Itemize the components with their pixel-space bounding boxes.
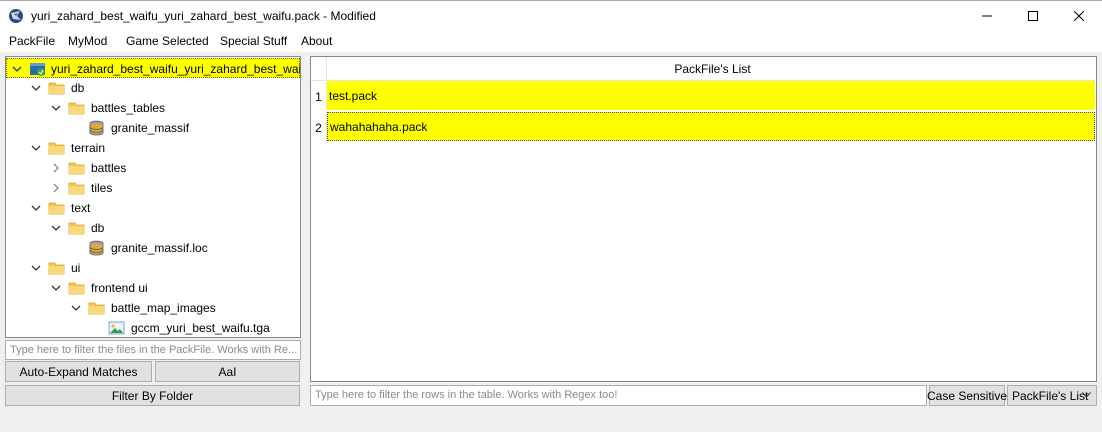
tree-item-tiles[interactable]: tiles [6, 178, 300, 198]
tree-item-label: granite_massif [111, 121, 190, 135]
chevron-down-icon[interactable] [11, 63, 23, 75]
maximize-button[interactable] [1010, 1, 1056, 31]
folder-icon [48, 202, 65, 215]
database-icon [89, 120, 104, 136]
table-filter-input[interactable]: Type here to filter the rows in the tabl… [310, 385, 927, 406]
folder-icon [48, 82, 65, 95]
tree-item-terrain[interactable]: terrain [6, 138, 300, 158]
minimize-button[interactable] [964, 1, 1010, 31]
chevron-right-icon[interactable] [50, 162, 62, 174]
minimize-icon [982, 15, 992, 17]
menu-special-stuff[interactable]: Special Stuff [220, 34, 287, 48]
filter-by-folder-button[interactable]: Filter By Folder [5, 385, 300, 406]
chevron-down-icon[interactable] [70, 302, 82, 314]
title-bar: yuri_zahard_best_waifu_yuri_zahard_best_… [0, 0, 1102, 31]
tree-item-granite-massif[interactable]: granite_massif [6, 118, 300, 138]
maximize-icon [1028, 11, 1038, 21]
window-title: yuri_zahard_best_waifu_yuri_zahard_best_… [31, 9, 376, 23]
folder-icon [68, 222, 85, 235]
tree-item-label: frontend ui [91, 281, 148, 295]
folder-icon [88, 302, 105, 315]
tree-item-granite-massif-loc[interactable]: granite_massif.loc [6, 238, 300, 258]
database-icon [89, 240, 104, 256]
auto-expand-button[interactable]: Auto-Expand Matches [5, 361, 152, 382]
packfile-list-table[interactable]: PackFile's List 1 test.pack 2 wahahahaha… [310, 56, 1097, 382]
packfile-icon [30, 63, 45, 76]
folder-icon [48, 142, 65, 155]
tree-item-label: granite_massif.loc [111, 241, 208, 255]
tree-item-gccm-tga[interactable]: gccm_yuri_best_waifu.tga [6, 318, 300, 337]
menu-mymod[interactable]: MyMod [68, 34, 107, 48]
folder-icon [68, 282, 85, 295]
app-icon [9, 9, 23, 23]
column-header[interactable]: PackFile's List [327, 57, 1096, 81]
menu-about[interactable]: About [301, 34, 332, 48]
menu-bar: PackFile MyMod Game Selected Special Stu… [0, 31, 1102, 53]
chevron-down-icon[interactable] [50, 222, 62, 234]
chevron-down-icon [1082, 392, 1091, 398]
tree-item-label: battle_map_images [111, 301, 216, 315]
chevron-down-icon[interactable] [30, 142, 42, 154]
tree-filter-input[interactable]: Type here to filter the files in the Pac… [5, 340, 301, 360]
folder-icon [48, 262, 65, 275]
packfile-tree[interactable]: yuri_zahard_best_waifu_yuri_zahard_best_… [5, 56, 301, 338]
chevron-down-icon[interactable] [50, 102, 62, 114]
close-icon [1074, 11, 1084, 21]
tree-item-frontend-ui[interactable]: frontend ui [6, 278, 300, 298]
tree-item-text-db[interactable]: db [6, 218, 300, 238]
chevron-down-icon[interactable] [30, 262, 42, 274]
row-header[interactable]: 2 [311, 112, 327, 143]
tree-item-label: battles_tables [91, 101, 166, 115]
tree-item-battles[interactable]: battles [6, 158, 300, 178]
tree-item-label: terrain [71, 141, 106, 155]
tree-item-label: ui [71, 261, 81, 275]
chevron-down-icon[interactable] [50, 282, 62, 294]
tree-item-battles-tables[interactable]: battles_tables [6, 98, 300, 118]
menu-packfile[interactable]: PackFile [9, 34, 55, 48]
folder-icon [68, 162, 85, 175]
menu-game-selected[interactable]: Game Selected [126, 34, 209, 48]
tree-item-ui[interactable]: ui [6, 258, 300, 278]
tree-item-label: db [71, 81, 85, 95]
tree-item-label: tiles [91, 181, 113, 195]
tree-item-label: battles [91, 161, 127, 175]
tree-item-battle-map-images[interactable]: battle_map_images [6, 298, 300, 318]
tree-item-label: yuri_zahard_best_waifu_yuri_zahard_best_… [51, 62, 301, 76]
tree-item-db[interactable]: db [6, 78, 300, 98]
tree-item-label: gccm_yuri_best_waifu.tga [131, 321, 270, 335]
case-sensitive-button[interactable]: Case Sensitive [927, 385, 1007, 406]
image-icon [108, 321, 125, 335]
row-header[interactable]: 1 [311, 81, 327, 112]
chevron-down-icon[interactable] [30, 202, 42, 214]
folder-icon [68, 102, 85, 115]
case-sensitive-toggle-button[interactable]: AaI [155, 361, 300, 382]
column-select-value: PackFile's List [1012, 389, 1089, 403]
chevron-down-icon[interactable] [30, 82, 42, 94]
tree-item-label: text [71, 201, 91, 215]
close-button[interactable] [1056, 1, 1102, 31]
column-select[interactable]: PackFile's List [1007, 385, 1097, 406]
tree-item-root[interactable]: yuri_zahard_best_waifu_yuri_zahard_best_… [6, 58, 300, 78]
tree-item-text[interactable]: text [6, 198, 300, 218]
chevron-right-icon[interactable] [50, 182, 62, 194]
table-cell[interactable]: wahahahaha.pack [327, 112, 1095, 141]
table-corner[interactable] [311, 57, 327, 81]
tree-item-label: db [91, 221, 105, 235]
table-cell[interactable]: test.pack [327, 81, 1095, 110]
folder-icon [68, 182, 85, 195]
